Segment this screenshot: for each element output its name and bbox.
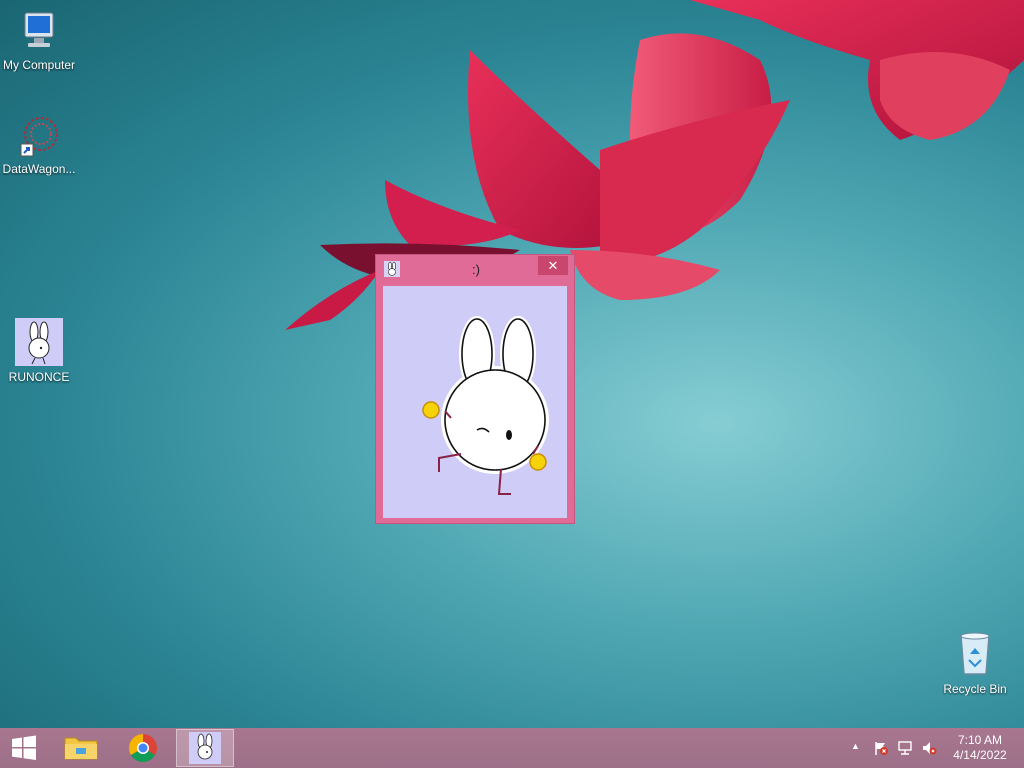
bunny-icon — [189, 732, 221, 764]
taskbar-clock[interactable]: 7:10 AM 4/14/2022 — [944, 733, 1016, 763]
bunny-window[interactable]: :) ✕ — [375, 254, 575, 524]
desktop-icon-label: RUNONCE — [8, 370, 70, 384]
desktop-icon-label: My Computer — [2, 58, 76, 72]
network-icon[interactable] — [897, 740, 913, 756]
chrome-taskbar-button[interactable] — [120, 728, 166, 768]
taskbar: ▲ 7:10 AM 4/14/2022 — [0, 728, 1024, 768]
computer-icon — [24, 12, 54, 47]
desktop-icon-label: Recycle Bin — [943, 682, 1007, 696]
recycle-bin-icon — [960, 632, 990, 675]
desktop-icon-label: DataWagon... — [2, 162, 76, 176]
action-center-flag-icon[interactable] — [873, 740, 889, 756]
desktop-icon-datawagon[interactable]: DataWagon... — [0, 114, 78, 176]
window-client-area — [383, 286, 567, 518]
clock-time: 7:10 AM — [957, 733, 1003, 747]
desktop-icon-my-computer[interactable]: My Computer — [0, 10, 78, 72]
bunny-icon — [384, 261, 400, 277]
window-titlebar[interactable]: :) ✕ — [376, 255, 574, 285]
file-explorer-icon — [64, 737, 98, 760]
window-title: :) — [472, 262, 480, 277]
start-button[interactable] — [0, 728, 48, 768]
datawagon-shortcut-icon — [20, 117, 58, 157]
dancing-bunny-image — [422, 316, 549, 495]
chrome-icon — [129, 734, 157, 762]
desktop-icon-runonce[interactable]: RUNONCE — [0, 318, 78, 384]
windows-logo-icon — [12, 735, 36, 760]
bunny-taskbar-button[interactable] — [176, 729, 234, 767]
desktop-icon-recycle-bin[interactable]: Recycle Bin — [936, 630, 1014, 696]
bunny-icon — [15, 318, 63, 366]
show-hidden-icons-button[interactable]: ▲ — [851, 741, 860, 751]
clock-date: 4/14/2022 — [953, 748, 1007, 762]
close-button[interactable]: ✕ — [538, 256, 568, 275]
file-explorer-taskbar-button[interactable] — [58, 728, 104, 768]
volume-muted-icon[interactable] — [921, 740, 937, 756]
